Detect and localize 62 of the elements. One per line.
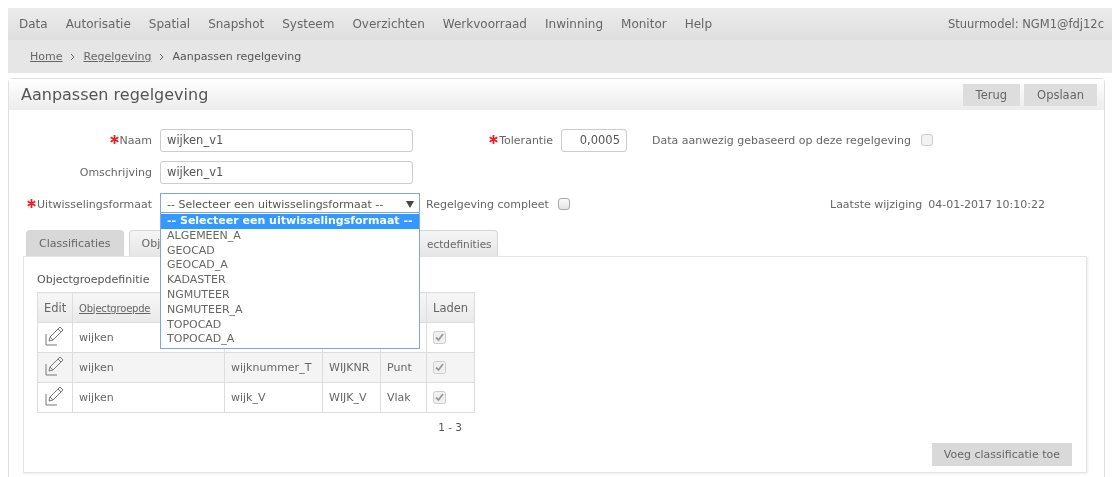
checkbox-label: Regelgeving compleet — [426, 197, 549, 211]
menu-item[interactable]: Snapshot — [199, 17, 274, 31]
omschrijving-input[interactable]: wijken_v1 — [160, 160, 413, 184]
menu-item[interactable]: Help — [675, 17, 722, 31]
required-asterisk-icon — [489, 134, 499, 144]
header-button[interactable]: Terug — [962, 83, 1021, 106]
edit-pencil-icon[interactable] — [44, 386, 64, 406]
field-label: Omschrijving — [79, 165, 152, 179]
checkbox[interactable] — [557, 198, 570, 210]
header-button[interactable]: Opslaan — [1024, 83, 1097, 106]
table-cell: Vlak — [380, 382, 427, 413]
edit-pencil-icon[interactable] — [44, 356, 64, 376]
field-label: Uitwisselingsformaat — [37, 197, 152, 211]
table-cell: WIJK_V — [322, 382, 381, 413]
dropdown-option[interactable]: GEOCAD — [161, 243, 419, 259]
table-cell: wijken — [72, 352, 225, 383]
page-title: Aanpassen regelgeving — [21, 85, 209, 104]
required-asterisk-icon — [27, 198, 37, 208]
chevron-right-icon — [159, 52, 165, 61]
menu-item[interactable]: Inwinning — [536, 17, 613, 31]
column-header-link[interactable]: Objectgroepde — [79, 302, 151, 314]
user-label: Stuurmodel: NGM1@fdj12c — [948, 17, 1104, 31]
tolerantie-input[interactable]: 0,0005 — [561, 128, 627, 152]
menu-item[interactable]: Overzichten — [343, 17, 434, 31]
table-cell: wijk_V — [224, 382, 323, 413]
section-label: Objectgroepdefinitie — [37, 273, 150, 286]
menu-item[interactable]: Systeem — [273, 17, 344, 31]
field-label: Tolerantie — [499, 133, 553, 147]
add-classification-button[interactable]: Voeg classificatie toe — [931, 443, 1072, 466]
column-header: Edit — [37, 292, 73, 323]
dropdown-option[interactable]: ALGEMEEN_A — [161, 228, 419, 244]
checkbox-checked-icon — [433, 391, 446, 404]
chevron-right-icon — [70, 52, 76, 61]
dropdown-option[interactable]: NGMUTEER_A — [161, 302, 419, 318]
menu-item[interactable]: Monitor — [612, 17, 676, 31]
dropdown-option[interactable]: NGMUTEER — [161, 288, 419, 303]
breadcrumb-current: Aanpassen regelgeving — [172, 50, 302, 63]
naam-input[interactable]: wijken_v1 — [160, 128, 413, 152]
required-asterisk-icon — [109, 134, 119, 144]
breadcrumb-link[interactable]: Home — [30, 50, 63, 63]
menu-item[interactable]: Data — [10, 17, 57, 31]
breadcrumb-link[interactable]: Regelgeving — [83, 50, 152, 63]
dropdown-arrow-icon — [406, 200, 414, 208]
table-cell: wijknummer_T — [224, 352, 323, 383]
dropdown-option[interactable]: KADASTER — [161, 273, 419, 288]
checkbox-checked-icon — [433, 361, 446, 374]
dropdown-option[interactable]: GEOCAD_A — [161, 258, 419, 274]
dropdown-option[interactable]: -- Selecteer een uitwisselingsformaat -- — [161, 214, 419, 229]
timestamp-value: 04-01-2017 10:10:22 — [928, 197, 1045, 211]
tab[interactable]: Classificaties — [26, 230, 124, 256]
field-label: Naam — [119, 133, 152, 147]
checkbox-label: Data aanwezig gebaseerd op deze regelgeving — [652, 133, 911, 147]
table-cell: WIJKNR — [322, 352, 381, 383]
field-label: Laatste wijziging — [830, 197, 923, 211]
table-cell: wijken — [72, 382, 225, 413]
menu-item[interactable]: Werkvoorraad — [433, 17, 536, 31]
menu-item[interactable]: Spatial — [139, 17, 200, 31]
edit-pencil-icon[interactable] — [44, 326, 64, 346]
menu-item[interactable]: Autorisatie — [56, 17, 140, 31]
pager-text: 1 - 3 — [438, 421, 462, 433]
checkbox-checked-icon — [433, 331, 446, 344]
column-header: Laden — [426, 292, 475, 323]
